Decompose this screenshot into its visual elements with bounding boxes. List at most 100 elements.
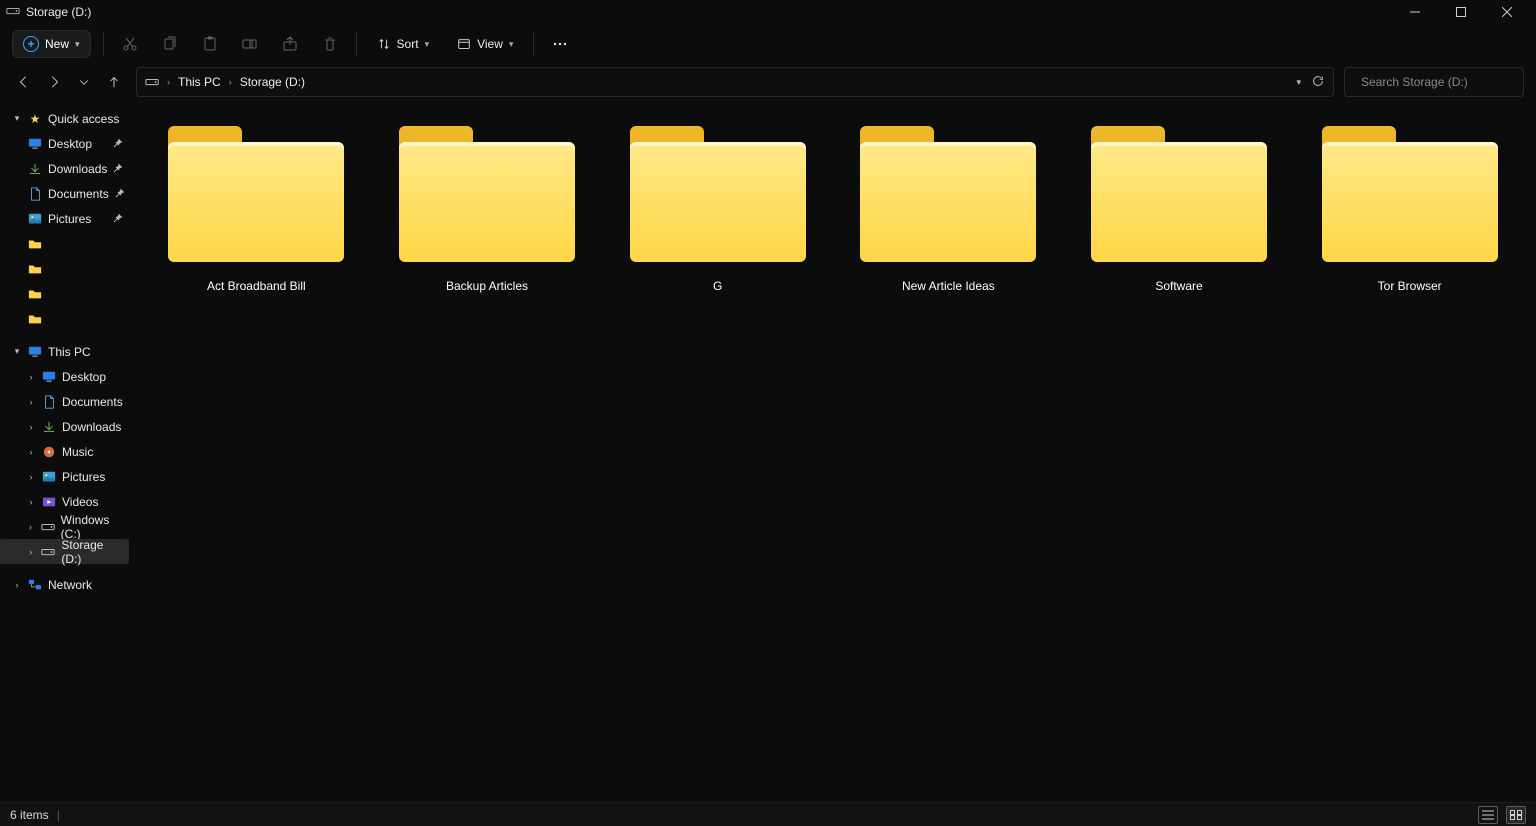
drive-icon [145,75,159,89]
sidebar-quick-item[interactable] [0,231,129,256]
sidebar-quick-item[interactable] [0,281,129,306]
separator [533,32,534,56]
details-view-button[interactable] [1478,806,1498,824]
maximize-button[interactable] [1438,0,1484,24]
drive-icon [41,545,55,559]
chevron-right-icon: › [26,522,35,532]
search-input[interactable] [1361,75,1516,89]
more-options-button[interactable] [546,30,574,58]
breadcrumb-label: This PC [178,75,221,89]
chevron-down-icon: ▾ [425,39,430,50]
title-bar: Storage (D:) [0,0,1536,24]
sidebar-quick-item[interactable] [0,306,129,331]
chevron-down-icon[interactable]: ▾ [1296,77,1301,88]
refresh-button[interactable] [1311,74,1325,91]
separator [356,32,357,56]
chevron-down-icon: ▾ [509,39,514,50]
breadcrumb-segment[interactable]: This PC [178,75,221,89]
folder-item[interactable]: Act Broadband Bill [150,118,363,302]
download-icon [42,420,56,434]
command-bar: + New ▾ Sort ▾ View [0,24,1536,64]
delete-button[interactable] [316,30,344,58]
sidebar-item-quick-access[interactable]: ▾ ★ Quick access [0,106,129,131]
chevron-right-icon: › [229,77,232,87]
sidebar-item-label: This PC [48,345,91,359]
desktop-icon [42,370,56,384]
sidebar-quick-item[interactable]: Documents [0,181,129,206]
address-bar[interactable]: › This PC › Storage (D:) ▾ [136,67,1334,97]
sidebar-item-label: Network [48,578,92,592]
chevron-right-icon: › [26,422,36,432]
navigation-pane[interactable]: ▾ ★ Quick access DesktopDownloadsDocumen… [0,100,130,802]
share-button[interactable] [276,30,304,58]
sort-icon [377,37,391,51]
sidebar-item-label: Pictures [62,470,105,484]
sidebar-pc-item[interactable]: ›Desktop [0,364,129,389]
close-button[interactable] [1484,0,1530,24]
folder-item[interactable]: G [611,118,824,302]
star-icon: ★ [28,112,42,126]
folder-item[interactable]: Tor Browser [1303,118,1516,302]
folder-label: G [713,278,722,294]
folder-label: Software [1155,278,1202,294]
folder-label: Tor Browser [1378,278,1442,294]
minimize-button[interactable] [1392,0,1438,24]
back-button[interactable] [12,70,36,94]
folder-item[interactable]: Backup Articles [381,118,594,302]
sidebar-pc-item[interactable]: ›Pictures [0,464,129,489]
sidebar-pc-item[interactable]: ›Music [0,439,129,464]
window-title: Storage (D:) [26,5,91,19]
chevron-right-icon: › [12,580,22,590]
folder-grid: Act Broadband BillBackup Articles G New Ar… [150,118,1516,302]
sidebar-quick-item[interactable]: Pictures [0,206,129,231]
sidebar-pc-item[interactable]: › Downloads [0,414,129,439]
folder-item[interactable]: New Article Ideas [842,118,1055,302]
document-icon [28,187,42,201]
sidebar-quick-item[interactable]: Desktop [0,131,129,156]
copy-button[interactable] [156,30,184,58]
sidebar-item-label: Desktop [62,370,106,384]
folder-icon [630,126,806,262]
search-box[interactable] [1344,67,1524,97]
sidebar-pc-item[interactable]: ›Documents [0,389,129,414]
plus-circle-icon: + [23,36,39,52]
folder-item[interactable]: Software [1073,118,1286,302]
folder-icon [1091,126,1267,262]
status-item-count: 6 items [10,808,49,822]
chevron-right-icon: › [167,77,170,87]
sidebar-item-label: Pictures [48,212,91,226]
large-icons-view-button[interactable] [1506,806,1526,824]
sort-button[interactable]: Sort ▾ [369,30,438,58]
sidebar-item-this-pc[interactable]: ▾ This PC [0,339,129,364]
sidebar-pc-item[interactable]: ›Videos [0,489,129,514]
recent-locations-button[interactable] [72,70,96,94]
sidebar-item-label: Storage (D:) [61,538,123,566]
videos-icon [42,495,56,509]
sidebar-item-network[interactable]: › Network [0,572,129,597]
rename-button[interactable] [236,30,264,58]
breadcrumb-segment[interactable]: Storage (D:) [240,75,305,89]
network-icon [28,578,42,592]
sidebar-quick-item[interactable] [0,256,129,281]
pictures-icon [42,470,56,484]
nav-buttons [12,70,126,94]
sort-label: Sort [397,37,419,51]
pin-icon [113,162,123,176]
sidebar-pc-item[interactable]: › Windows (C:) [0,514,129,539]
new-button[interactable]: + New ▾ [12,30,91,58]
sidebar-quick-item[interactable]: Downloads [0,156,129,181]
paste-button[interactable] [196,30,224,58]
up-button[interactable] [102,70,126,94]
cut-button[interactable] [116,30,144,58]
drive-icon [6,4,20,21]
content-view[interactable]: Act Broadband BillBackup Articles G New Ar… [130,100,1536,802]
chevron-right-icon: › [26,497,36,507]
sidebar-pc-item[interactable]: ›Storage (D:) [0,539,129,564]
forward-button[interactable] [42,70,66,94]
sidebar-item-label: Windows (C:) [61,513,123,541]
separator [103,32,104,56]
pin-icon [115,187,125,201]
view-button[interactable]: View ▾ [449,30,521,58]
chevron-down-icon: ▾ [75,39,80,50]
sidebar-item-label: Downloads [62,420,121,434]
